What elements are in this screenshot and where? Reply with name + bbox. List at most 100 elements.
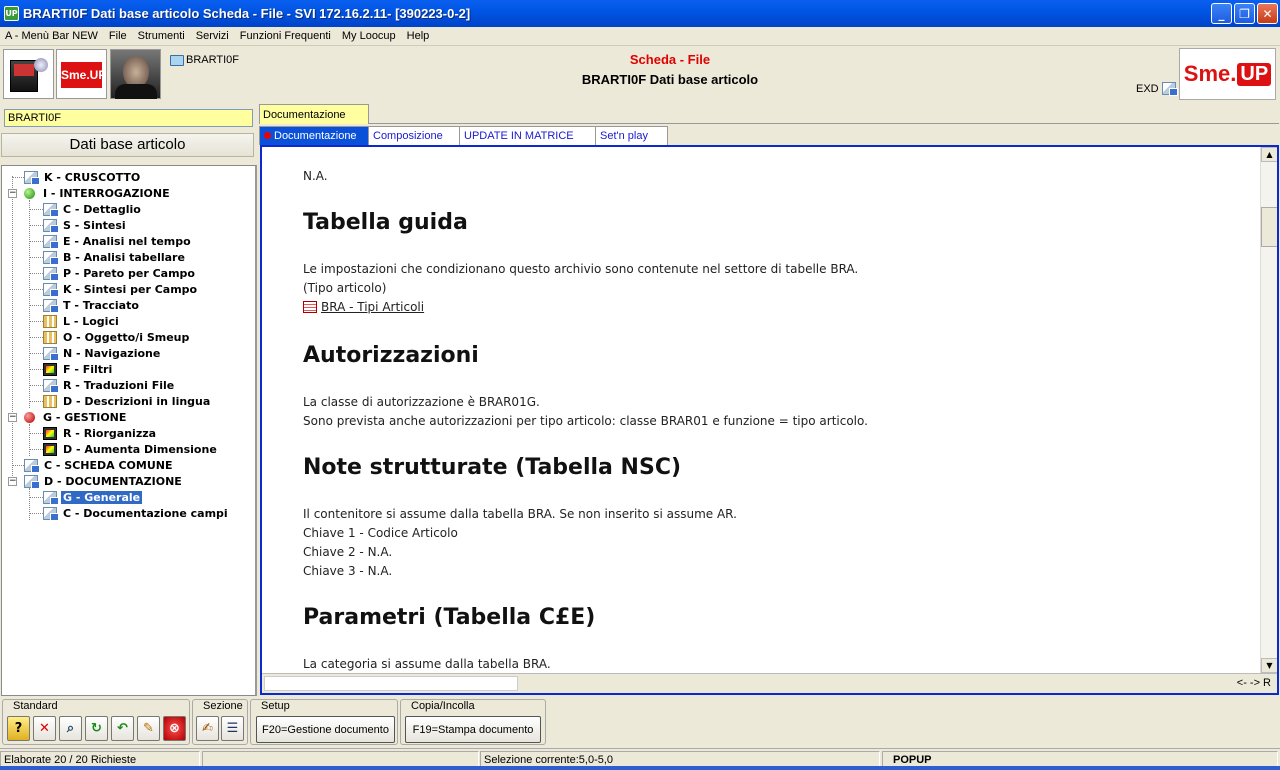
menu-bar: A - Menù Bar NEW File Strumenti Servizi … (0, 27, 1280, 45)
exd-indicator[interactable]: EXD (1136, 82, 1180, 96)
doc-icon (43, 266, 59, 281)
tree-item-dettaglio[interactable]: C - Dettaglio (43, 201, 143, 217)
group-label-standard: Standard (11, 700, 60, 712)
collapse-gestione-toggle[interactable]: − (8, 413, 17, 422)
doc-icon (24, 474, 40, 489)
doc-icon (24, 170, 40, 185)
menu-item-funzioni-frequenti[interactable]: Funzioni Frequenti (240, 30, 331, 42)
tree-item-generale[interactable]: G - Generale (43, 489, 143, 505)
f20-gestione-documento-button[interactable]: F20=Gestione documento (256, 716, 395, 743)
menu-item-my-loocup[interactable]: My Loocup (342, 30, 396, 42)
red-dot-icon (264, 132, 271, 139)
tree-item-documentazione-campi[interactable]: C - Documentazione campi (43, 505, 230, 521)
section-edit-button[interactable]: ✍ (196, 716, 219, 741)
tree-item-analisi-tabellare[interactable]: B - Analisi tabellare (43, 249, 187, 265)
tree-item-sintesi[interactable]: S - Sintesi (43, 217, 128, 233)
scroll-up-arrow-icon[interactable]: ▲ (1261, 147, 1277, 162)
tree-item-traduzioni[interactable]: R - Traduzioni File (43, 377, 176, 393)
tree-item-descrizioni-lingua[interactable]: D - Descrizioni in lingua (43, 393, 212, 409)
doc-icon (43, 506, 59, 521)
doc-text-na: N.A. (303, 169, 328, 183)
window-titlebar: UP BRARTI0F Dati base articolo Scheda - … (0, 0, 1280, 27)
doc-text: Sono prevista anche autorizzazioni per t… (303, 414, 868, 428)
left-panel-title: Dati base articolo (1, 133, 254, 157)
tree-item-logici[interactable]: L - Logici (43, 313, 121, 329)
page-nav-controls[interactable]: <- -> R (1237, 677, 1271, 689)
doc-heading-note-strutturate: Note strutturate (Tabella NSC) (303, 455, 682, 480)
close-button[interactable]: ✕ (1257, 3, 1278, 24)
tree-item-filtri[interactable]: F - Filtri (43, 361, 114, 377)
doc-icon (43, 282, 59, 297)
stop-button[interactable]: ⊗ (163, 716, 186, 741)
search-magnifier-button[interactable]: ⌕ (59, 716, 82, 741)
tree-item-sintesi-campo[interactable]: K - Sintesi per Campo (43, 281, 199, 297)
window-title: BRARTI0F Dati base articolo Scheda - Fil… (23, 6, 471, 21)
cancel-x-button[interactable]: ✕ (33, 716, 56, 741)
tab-update-in-matrice[interactable]: UPDATE IN MATRICE (459, 126, 596, 145)
scroll-thumb[interactable] (1261, 207, 1277, 247)
tree-item-documentazione[interactable]: D - DOCUMENTAZIONE (24, 473, 184, 489)
doc-icon (43, 234, 59, 249)
tree-item-scheda-comune[interactable]: C - SCHEDA COMUNE (24, 457, 175, 473)
help-question-button[interactable]: ? (7, 716, 30, 741)
tree-item-interrogazione[interactable]: I - INTERROGAZIONE (24, 185, 172, 201)
horizontal-scrollbar[interactable] (264, 676, 518, 691)
group-label-setup: Setup (259, 700, 292, 712)
collapse-documentazione-toggle[interactable]: − (8, 477, 17, 486)
tree-item-riorganizza[interactable]: R - Riorganizza (43, 425, 158, 441)
grid-icon (43, 394, 57, 408)
refresh-button[interactable]: ↻ (85, 716, 108, 741)
bra-tipi-articoli-link[interactable]: BRA - Tipi Articoli (303, 300, 424, 314)
group-label-sezione: Sezione (201, 700, 245, 712)
toolbar-group-standard: Standard ? ✕ ⌕ ↻ ↶ ✎ ⊗ (2, 699, 190, 745)
tab-setn-play[interactable]: Set'n play (595, 126, 668, 145)
tree-item-cruscotto[interactable]: K - CRUSCOTTO (24, 169, 142, 185)
doc-text: Le impostazioni che condizionano questo … (303, 262, 859, 276)
page-subtitle: BRARTI0F Dati base articolo (581, 72, 759, 87)
bottom-toolbar: Standard ? ✕ ⌕ ↻ ↶ ✎ ⊗ Sezione ✍ ☰ Setup… (0, 699, 1280, 747)
f19-stampa-documento-button[interactable]: F19=Stampa documento (405, 716, 541, 743)
doc-text: (Tipo articolo) (303, 281, 387, 295)
menu-item-help[interactable]: Help (407, 30, 430, 42)
tab-documentazione[interactable]: Documentazione (259, 126, 369, 145)
tree-item-navigazione[interactable]: N - Navigazione (43, 345, 162, 361)
menu-item-strumenti[interactable]: Strumenti (138, 30, 185, 42)
doc-icon (43, 490, 59, 505)
restore-button[interactable]: ❐ (1234, 3, 1255, 24)
vertical-scrollbar[interactable]: ▲ ▼ (1260, 147, 1277, 673)
scroll-down-arrow-icon[interactable]: ▼ (1261, 658, 1277, 673)
tree-item-oggetti-smeup[interactable]: O - Oggetto/i Smeup (43, 329, 191, 345)
tree-item-aumenta-dimensione[interactable]: D - Aumenta Dimensione (43, 441, 219, 457)
menu-item-servizi[interactable]: Servizi (196, 30, 229, 42)
minimize-button[interactable]: _ (1211, 3, 1232, 24)
tab-composizione[interactable]: Composizione (368, 126, 460, 145)
taskbar-edge (0, 766, 1280, 770)
tab-outer-documentazione[interactable]: Documentazione (259, 104, 369, 124)
doc-heading-autorizzazioni: Autorizzazioni (303, 343, 479, 368)
doc-icon (43, 218, 59, 233)
app-icon: UP (4, 6, 19, 21)
menu-item-file[interactable]: File (109, 30, 127, 42)
tree-item-tracciato[interactable]: T - Tracciato (43, 297, 141, 313)
group-label-copia-incolla: Copia/Incolla (409, 700, 477, 712)
tree-item-analisi-tempo[interactable]: E - Analisi nel tempo (43, 233, 193, 249)
doc-heading-tabella-guida: Tabella guida (303, 210, 468, 235)
object-code-input[interactable]: BRARTI0F (4, 109, 253, 127)
doc-text: Chiave 3 - N.A. (303, 564, 393, 578)
menu-item-menubar-new[interactable]: A - Menù Bar NEW (5, 30, 98, 42)
doc-icon (43, 250, 59, 265)
tree-item-gestione[interactable]: G - GESTIONE (24, 409, 128, 425)
tab-bar: Documentazione Composizione UPDATE IN MA… (259, 126, 668, 145)
doc-icon (24, 458, 40, 473)
tree-item-pareto[interactable]: P - Pareto per Campo (43, 265, 197, 281)
doc-text: Il contenitore si assume dalla tabella B… (303, 507, 737, 521)
tv-icon (43, 426, 57, 440)
toolbar-group-setup: Setup F20=Gestione documento (250, 699, 398, 745)
wrench-tools-button[interactable]: ✎ (137, 716, 160, 741)
toolbar-group-copia-incolla: Copia/Incolla F19=Stampa documento (400, 699, 546, 745)
tab-divider (369, 123, 1279, 124)
green-arrow-button[interactable]: ↶ (111, 716, 134, 741)
collapse-interrogazione-toggle[interactable]: − (8, 189, 17, 198)
section-list-button[interactable]: ☰ (221, 716, 244, 741)
doc-text: La categoria si assume dalla tabella BRA… (303, 657, 551, 671)
